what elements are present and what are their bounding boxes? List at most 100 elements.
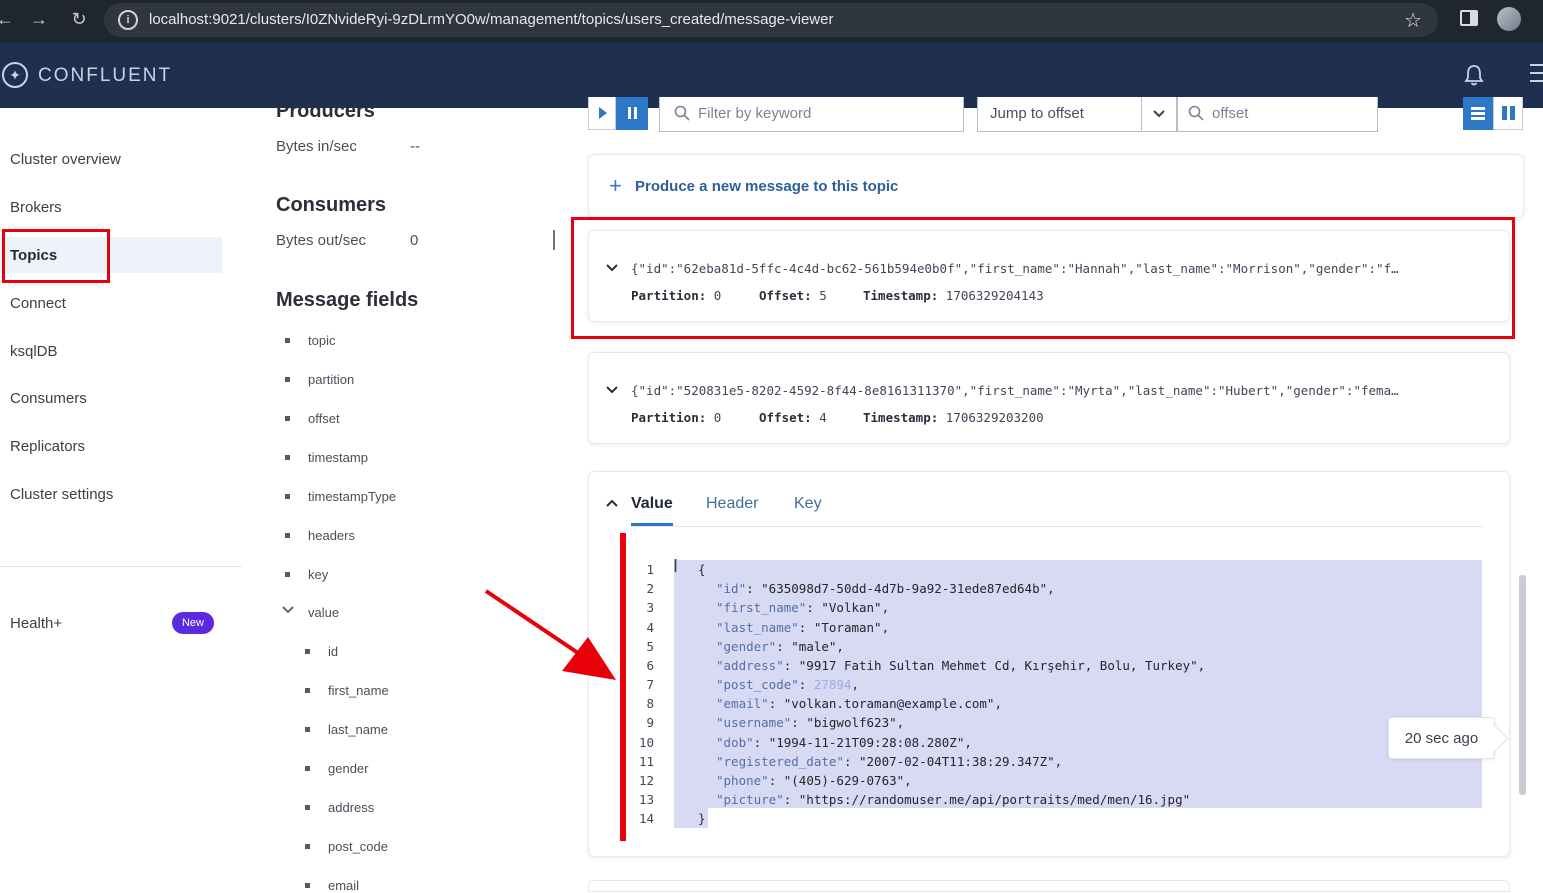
chevron-down-icon[interactable] (605, 383, 619, 397)
chevron-down-icon[interactable] (282, 604, 294, 616)
json-value: : "Volkan", (806, 600, 890, 615)
tab-value[interactable]: Value (631, 495, 673, 513)
field-timestamp[interactable]: timestamp (308, 450, 368, 465)
code-line[interactable]: "email": "volkan.toraman@example.com", (716, 696, 1002, 711)
profile-avatar[interactable] (1497, 7, 1521, 31)
plus-icon: + (609, 173, 622, 198)
list-view-button[interactable] (1463, 97, 1493, 130)
sidebar-item-cluster-settings[interactable]: Cluster settings (10, 486, 113, 503)
json-value: : "(405)-629-0763", (768, 773, 912, 788)
reload-icon[interactable]: ↻ (68, 8, 90, 30)
sidebar-item-ksqldb[interactable]: ksqlDB (10, 343, 58, 360)
nav-divider (0, 566, 242, 567)
new-badge: New (172, 612, 214, 634)
field-value-post-code[interactable]: post_code (328, 839, 388, 854)
annotation-arrow-icon (484, 589, 616, 680)
sidebar-item-health-plus[interactable]: Health+ (10, 615, 62, 632)
json-value: : "bigwolf623", (791, 715, 905, 730)
pause-button[interactable] (616, 97, 648, 130)
sidebar-item-consumers[interactable]: Consumers (10, 390, 87, 407)
filter-placeholder: Filter by keyword (698, 105, 812, 122)
notification-bell-icon[interactable] (1464, 64, 1484, 86)
code-line[interactable]: "dob": "1994-11-21T09:28:08.280Z", (716, 735, 972, 750)
search-icon (1188, 105, 1204, 121)
chevron-down-icon (1153, 110, 1165, 118)
code-line[interactable]: } (698, 811, 706, 826)
code-line[interactable]: { (698, 562, 706, 577)
jump-dropdown-button[interactable] (1142, 97, 1177, 132)
address-bar[interactable]: i localhost:9021/clusters/I0ZNvideRyi-9z… (104, 3, 1438, 37)
site-info-icon[interactable]: i (118, 10, 138, 30)
jump-to-offset-select[interactable]: Jump to offset (977, 97, 1142, 132)
topic-info-panel: Producers Bytes in/sec -- Consumers Byte… (242, 100, 572, 892)
code-line[interactable]: "id": "635098d7-50dd-4d7b-9a92-31ede87ed… (716, 581, 1055, 596)
code-line[interactable]: "picture": "https://randomuser.me/api/po… (716, 792, 1190, 807)
next-message-card[interactable] (588, 880, 1510, 892)
annotation-bar (620, 533, 626, 841)
code-line[interactable]: "first_name": "Volkan", (716, 600, 889, 615)
code-line[interactable]: "username": "bigwolf623", (716, 715, 904, 730)
field-timestamptype[interactable]: timestampType (308, 489, 396, 504)
field-headers[interactable]: headers (308, 528, 355, 543)
bullet (285, 572, 290, 577)
annotation-highlight-topics (2, 229, 110, 283)
timestamp-label: Timestamp: (863, 410, 939, 425)
sidebar-item-connect[interactable]: Connect (10, 295, 66, 312)
url-text[interactable]: localhost:9021/clusters/I0ZNvideRyi-9zDL… (149, 11, 833, 28)
code-line[interactable]: "registered_date": "2007-02-04T11:38:29.… (716, 754, 1062, 769)
code-line[interactable]: "address": "9917 Fatih Sultan Mehmet Cd,… (716, 658, 1205, 673)
field-value-id[interactable]: id (328, 644, 338, 659)
field-value[interactable]: value (308, 605, 339, 620)
json-key: "address" (716, 658, 784, 673)
code-line[interactable]: "gender": "male", (716, 639, 844, 654)
sidebar-item-cluster-overview[interactable]: Cluster overview (10, 151, 121, 168)
line-number: 10 (638, 735, 654, 750)
field-value-gender[interactable]: gender (328, 761, 368, 776)
field-key[interactable]: key (308, 567, 328, 582)
json-key: "first_name" (716, 600, 807, 615)
field-value-first-name[interactable]: first_name (328, 683, 389, 698)
bytes-out-value: 0 (410, 232, 419, 249)
field-offset[interactable]: offset (308, 411, 340, 426)
sidebar-item-brokers[interactable]: Brokers (10, 199, 62, 216)
filter-keyword-input[interactable]: Filter by keyword (659, 97, 964, 132)
sidebar-item-replicators[interactable]: Replicators (10, 438, 85, 455)
hamburger-menu-icon[interactable] (1530, 64, 1543, 86)
panel-resize-handle[interactable] (553, 230, 555, 250)
tab-key[interactable]: Key (794, 495, 822, 513)
field-value-last-name[interactable]: last_name (328, 722, 388, 737)
table-view-button[interactable] (1493, 97, 1523, 130)
bookmark-star-icon[interactable]: ☆ (1404, 8, 1422, 33)
bullet (285, 377, 290, 382)
chevron-up-icon[interactable] (605, 498, 619, 508)
code-line[interactable]: "post_code": 27894, (716, 677, 859, 692)
forward-icon[interactable]: → (28, 8, 50, 30)
code-line[interactable]: "phone": "(405)-629-0763", (716, 773, 912, 788)
produce-message-card[interactable]: + Produce a new message to this topic (588, 154, 1524, 218)
tab-header[interactable]: Header (706, 495, 758, 513)
field-partition[interactable]: partition (308, 372, 354, 387)
side-panel-icon[interactable] (1460, 10, 1478, 26)
play-icon (599, 107, 607, 119)
code-line[interactable]: "last_name": "Toraman", (716, 620, 889, 635)
line-number: 12 (638, 773, 654, 788)
json-key: "email" (716, 696, 769, 711)
json-value: : "2007-02-04T11:38:29.347Z", (843, 754, 1063, 769)
offset-input[interactable]: offset (1177, 97, 1378, 132)
field-value-address[interactable]: address (328, 800, 374, 815)
line-number: 8 (646, 696, 654, 711)
json-key: "picture" (716, 792, 784, 807)
field-topic[interactable]: topic (308, 333, 335, 348)
partition-value: 0 (713, 410, 722, 425)
back-icon[interactable]: ← (0, 8, 16, 30)
partition-meta: Partition: 0 (631, 410, 721, 425)
json-value: : "Toraman", (798, 620, 890, 635)
json-key: "gender" (716, 639, 777, 654)
scrollbar-thumb[interactable] (1519, 575, 1526, 795)
offset-label: Offset: (759, 410, 812, 425)
field-value-email[interactable]: email (328, 878, 359, 893)
message-row[interactable]: {"id":"520831e5-8202-4592-8f44-8e8161311… (588, 352, 1510, 444)
bytes-in-label: Bytes in/sec (276, 138, 357, 155)
play-button[interactable] (588, 97, 616, 130)
produce-message-link[interactable]: Produce a new message to this topic (635, 178, 898, 195)
